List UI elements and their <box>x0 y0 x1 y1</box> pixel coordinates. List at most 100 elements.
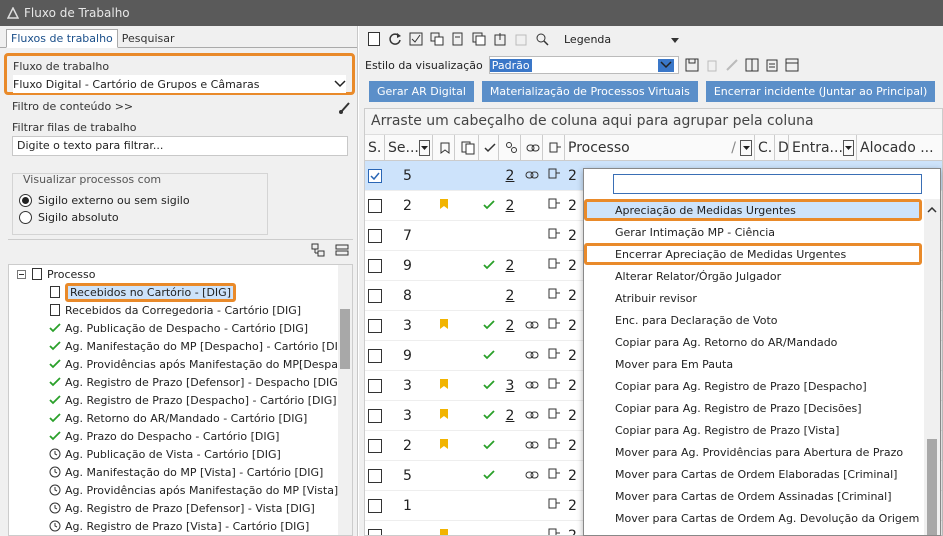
move-doc-icon[interactable] <box>451 32 465 46</box>
row-count-link[interactable]: 2 <box>506 198 515 214</box>
stack-icon[interactable] <box>472 32 486 46</box>
row-checkbox[interactable] <box>368 288 382 303</box>
filtrar-input[interactable]: Digite o texto para filtrar... <box>12 136 348 156</box>
dropdown-item[interactable]: Encerrar Apreciação de Medidas Urgentes <box>584 243 922 265</box>
tab-fluxos[interactable]: Fluxos de trabalho <box>6 29 118 48</box>
dropdown-item[interactable]: Enc. para Declaração de Voto <box>584 309 924 331</box>
row-checkbox[interactable] <box>368 498 382 513</box>
people-col-icon[interactable] <box>499 134 521 161</box>
filtro-conteudo-link[interactable]: Filtro de conteúdo >> <box>12 100 133 117</box>
radio-sigilo-absoluto[interactable]: Sigilo absoluto <box>19 211 261 224</box>
tree-item[interactable]: Ag. Publicação de Despacho - Cartório [D… <box>9 319 352 337</box>
tree-scroll-thumb[interactable] <box>340 309 350 369</box>
dropdown-item[interactable]: Gerar Intimação MP - Ciência <box>584 221 924 243</box>
row-count-link[interactable]: 2 <box>506 168 515 184</box>
tree-expand-icon[interactable] <box>311 243 325 260</box>
tree-item[interactable]: Ag. Providências após Manifestação do MP… <box>9 481 352 499</box>
collapse-icon[interactable] <box>13 269 29 279</box>
save-view-icon[interactable] <box>685 58 699 72</box>
scroll-up-icon[interactable] <box>927 203 937 216</box>
flag-col-icon[interactable] <box>433 134 455 161</box>
tree-item[interactable]: Ag. Retorno do AR/Mandado - Cartório [DI… <box>9 409 352 427</box>
row-checkbox[interactable] <box>368 408 382 423</box>
tree-item[interactable]: Ag. Registro de Prazo [Vista] - Cartório… <box>9 517 352 535</box>
estilo-select[interactable]: Padrão <box>488 56 679 74</box>
dropdown-scrollbar[interactable] <box>924 199 940 535</box>
tree-collapse-icon[interactable] <box>335 243 349 260</box>
columns-icon[interactable] <box>745 58 759 72</box>
dropdown-item[interactable]: Mover para Cartas de Ordem Assinadas [Cr… <box>584 485 924 507</box>
copy-icon[interactable] <box>430 32 444 46</box>
export-icon[interactable] <box>493 32 507 46</box>
encerrar-incidente-button[interactable]: Encerrar incidente (Juntar ao Principal) <box>705 80 936 102</box>
tree-item[interactable]: Ag. Registro de Prazo [Defensor] - Vista… <box>9 499 352 517</box>
dropdown-search-input[interactable] <box>613 174 922 194</box>
tree-item[interactable]: Ag. Manifestação do MP [Despacho] - Cart… <box>9 337 352 355</box>
new-document-icon[interactable] <box>367 32 381 46</box>
dropdown-item[interactable]: Copiar para Ag. Registro de Prazo [Despa… <box>584 375 924 397</box>
row-count-link[interactable]: 2 <box>506 258 515 274</box>
radio-sigilo-externo[interactable]: Sigilo externo ou sem sigilo <box>19 194 261 207</box>
row-checkbox[interactable] <box>368 318 382 333</box>
row-count-link[interactable]: 2 <box>506 288 515 304</box>
tree-item[interactable]: Ag. Registro de Prazo [Defensor] - Despa… <box>9 373 352 391</box>
clipboard-icon[interactable] <box>765 58 779 72</box>
col-header-c[interactable]: C. <box>755 134 775 161</box>
dropdown-item[interactable]: Copiar para Ag. Retorno do AR/Mandado <box>584 331 924 353</box>
tree-item[interactable]: Ag. Manifestação do MP [Vista] - Cartóri… <box>9 463 352 481</box>
materializacao-button[interactable]: Materialização de Processos Virtuais <box>481 80 698 102</box>
tree-item[interactable]: Ag. Publicação de Vista - Cartório [DIG] <box>9 445 352 463</box>
dropdown-item[interactable]: Copiar para Ag. Registro de Prazo [Decis… <box>584 397 924 419</box>
dropdown-item[interactable]: Atribuir revisor <box>584 287 924 309</box>
tree-item[interactable]: Ag. Registro de Prazo [Despacho] - Cartó… <box>9 391 352 409</box>
docs-col-icon[interactable] <box>455 134 479 161</box>
tree-scrollbar[interactable] <box>338 265 352 535</box>
tree-item[interactable]: Ag. Prazo do Despacho - Cartório [DIG] <box>9 427 352 445</box>
dropdown-item[interactable]: Copiar para Ag. Registro de Prazo [Vista… <box>584 419 924 441</box>
dropdown-item[interactable]: Mover para Ag. Providências para Abertur… <box>584 441 924 463</box>
row-count-link[interactable]: 2 <box>506 408 515 424</box>
legenda-select[interactable]: Legenda <box>564 33 680 46</box>
dropdown-scroll-thumb[interactable] <box>927 439 937 535</box>
dropdown-item[interactable]: Mover para Em Pauta <box>584 353 924 375</box>
col-header-s[interactable]: S. <box>365 134 385 161</box>
search-person-icon[interactable] <box>535 32 549 46</box>
col-header-se[interactable]: Se... <box>385 134 433 161</box>
row-checkbox[interactable] <box>368 528 382 535</box>
row-checkbox[interactable] <box>368 468 382 483</box>
dropdown-item[interactable]: Apreciação de Medidas Urgentes <box>584 199 922 221</box>
row-checkbox[interactable] <box>368 168 382 183</box>
tree-item[interactable]: Ag. Providências após Manifestação do MP… <box>9 355 352 373</box>
tree-root[interactable]: Processo <box>9 265 352 283</box>
refresh-icon[interactable] <box>388 32 402 46</box>
tree-item[interactable]: Recebidos da Corregedoria - Cartório [DI… <box>9 301 352 319</box>
row-count-link[interactable]: 2 <box>506 318 515 334</box>
row-checkbox[interactable] <box>368 198 382 213</box>
fluxo-select[interactable]: Fluxo Digital - Cartório de Grupos e Câm… <box>13 75 346 93</box>
dropdown-item[interactable]: Alterar Relator/Órgão Julgador <box>584 265 924 287</box>
layout-icon[interactable] <box>785 58 799 72</box>
check-col-icon[interactable] <box>479 134 499 161</box>
filter-arrow-icon[interactable] <box>842 139 854 156</box>
link-col-icon[interactable] <box>521 134 543 161</box>
row-checkbox[interactable] <box>368 438 382 453</box>
row-checkbox[interactable] <box>368 258 382 273</box>
gerar-ar-button[interactable]: Gerar AR Digital <box>369 80 474 102</box>
col-header-processo[interactable]: Processo / <box>565 134 755 161</box>
tab-pesquisar[interactable]: Pesquisar <box>118 30 179 47</box>
row-checkbox[interactable] <box>368 348 382 363</box>
checklist-icon[interactable] <box>409 32 423 46</box>
dropdown-item[interactable]: Mover para Cartas de Ordem Elaboradas [C… <box>584 463 924 485</box>
filter-arrow-icon[interactable] <box>740 139 752 156</box>
attach-col-icon[interactable] <box>543 134 565 161</box>
row-checkbox[interactable] <box>368 228 382 243</box>
brush-icon[interactable] <box>338 100 352 117</box>
filter-arrow-icon[interactable] <box>418 139 430 156</box>
dropdown-item[interactable]: Mover para Cartas de Ordem Ag. Devolução… <box>584 507 924 529</box>
row-count-link[interactable]: 3 <box>506 378 515 394</box>
col-header-alocado[interactable]: Alocado ... <box>857 135 937 161</box>
col-header-entra[interactable]: Entra... <box>789 134 857 161</box>
row-checkbox[interactable] <box>368 378 382 393</box>
col-header-d[interactable]: D <box>775 134 789 161</box>
tree-item[interactable]: Recebidos no Cartório - [DIG] <box>9 282 352 302</box>
